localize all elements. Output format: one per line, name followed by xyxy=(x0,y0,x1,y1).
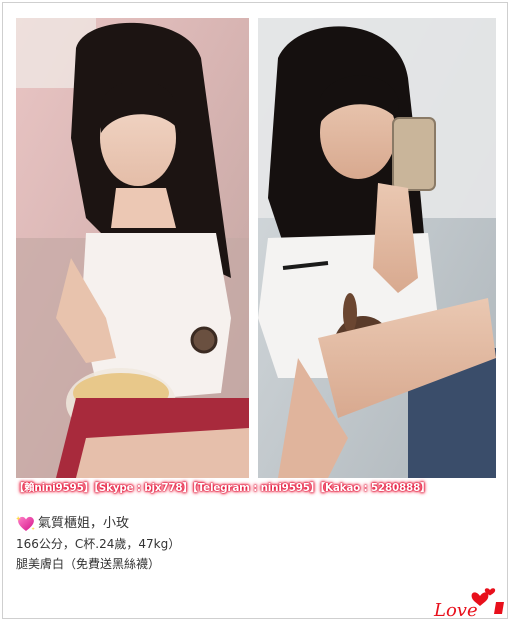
profile-stats: 166公分，C杯.24歲，47kg） xyxy=(16,537,181,551)
photo-right-image xyxy=(258,18,496,478)
site-logo[interactable]: Love xyxy=(432,586,508,621)
photo-left[interactable] xyxy=(16,18,249,478)
photo-left-image xyxy=(16,18,249,478)
contact-line: 【賴nini9595】【Skype : bjx778】【Telegram : n… xyxy=(14,481,431,494)
logo-text: Love xyxy=(433,600,478,620)
profile-title: 氣質櫃姐，小玫 xyxy=(38,516,130,531)
contact-strip: 【賴nini9595】【Skype : bjx778】【Telegram : n… xyxy=(14,476,498,496)
profile-note: 腿美膚白（免費送黑絲襪） xyxy=(16,557,161,571)
profile-title-row: 氣質櫃姐，小玫 xyxy=(16,514,180,534)
love-logo-icon: Love xyxy=(433,588,504,621)
profile-description: 氣質櫃姐，小玫 166公分，C杯.24歲，47kg） 腿美膚白（免費送黑絲襪） xyxy=(16,514,180,574)
sparkling-heart-icon xyxy=(16,516,35,531)
photo-right[interactable] xyxy=(258,18,496,478)
